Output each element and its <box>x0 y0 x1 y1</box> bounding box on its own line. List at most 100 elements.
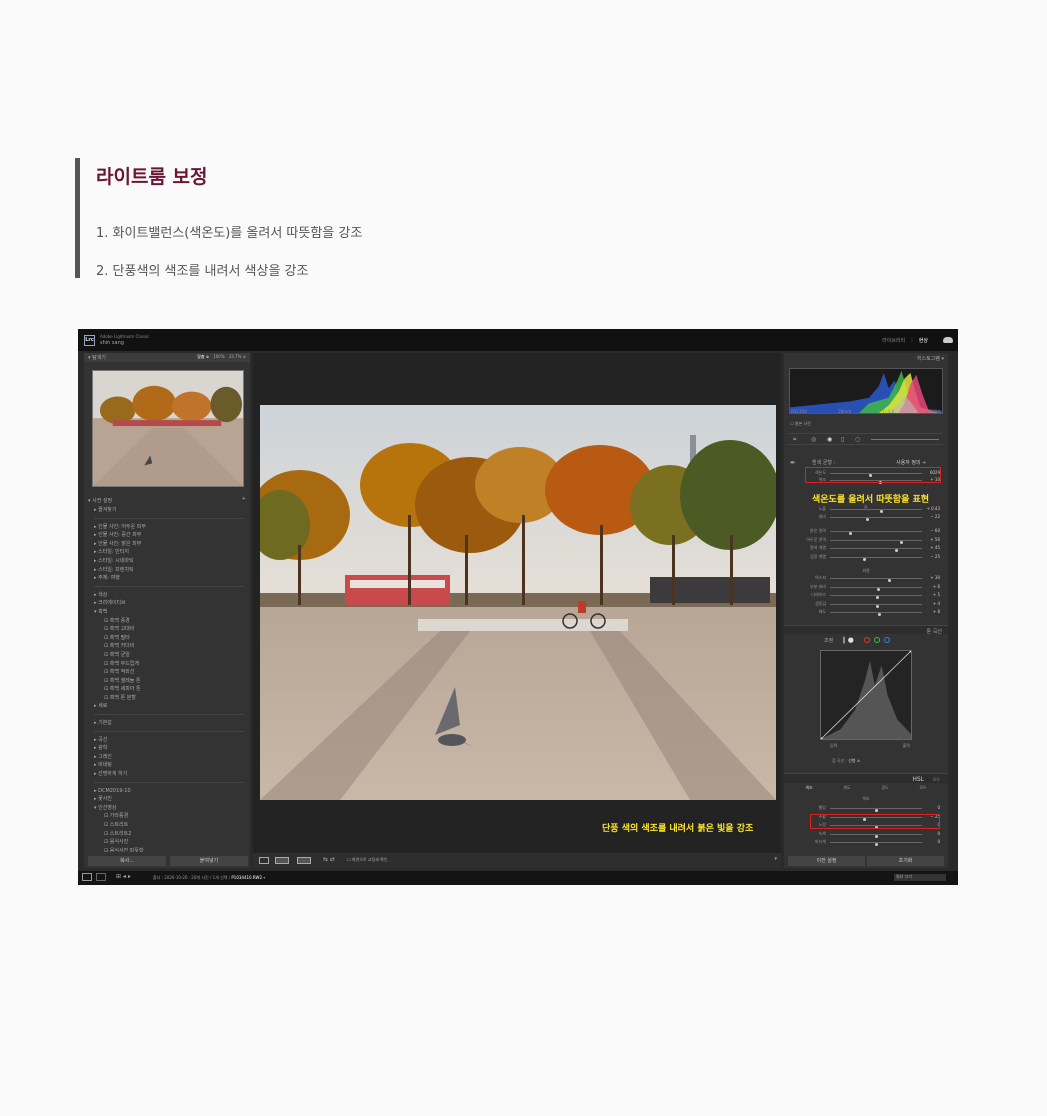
hsl-all-toggle[interactable]: 모두 <box>933 777 940 783</box>
preset-group[interactable]: ▸ DCM2019-10 <box>94 787 244 796</box>
crop-tool-icon[interactable]: ⌗ <box>793 436 796 444</box>
slider-row[interactable]: 검정 계열 − 25 <box>794 554 942 561</box>
before-after-icon[interactable] <box>297 857 311 864</box>
slider-row[interactable]: 흰색 계열 + 45 <box>794 545 942 552</box>
slider-track[interactable] <box>830 833 922 838</box>
preset-group[interactable]: ▸ 비네팅 <box>94 761 244 770</box>
preset-item[interactable]: ⊡ 흑백 필터 <box>94 634 244 643</box>
preset-item[interactable]: ⊡ 스트리트 <box>94 821 244 830</box>
slider-knob[interactable] <box>874 809 878 812</box>
slider-track[interactable] <box>830 612 922 616</box>
slider-knob[interactable] <box>880 510 884 513</box>
zoom-fit[interactable]: 맞춤 ≑ <box>197 354 209 360</box>
slider-knob[interactable] <box>900 540 904 544</box>
slider-track[interactable] <box>830 808 922 812</box>
screen-1-icon[interactable] <box>82 873 92 881</box>
slider-knob[interactable] <box>876 596 880 599</box>
green-channel-icon[interactable] <box>874 637 880 643</box>
swap-arrows-icon[interactable]: ⇆ ⇄ <box>323 856 335 863</box>
slider-row[interactable]: 밝은 영역 − 60 <box>794 528 942 535</box>
slider-knob[interactable] <box>878 613 882 616</box>
slider-row[interactable]: 어두운 영역 + 56 <box>794 537 942 544</box>
preset-item[interactable]: ⊡ 음식사진 <box>94 838 244 847</box>
hsl-tab-saturation[interactable]: 채도 <box>843 785 850 791</box>
preset-group[interactable]: ▾ 흑백 <box>94 608 244 617</box>
slider-track[interactable] <box>830 539 922 544</box>
slider-value[interactable]: 0 <box>922 805 940 810</box>
slider-knob[interactable] <box>874 843 878 846</box>
slider-row[interactable]: 텍스처 + 30 <box>794 575 942 582</box>
slider-row[interactable]: 바다색 0 <box>794 839 942 846</box>
hsl-tab-luminance[interactable]: 광도 <box>881 785 888 791</box>
cloud-icon[interactable] <box>943 337 953 343</box>
hsl-tab-hue[interactable]: 색조 <box>805 785 812 791</box>
preset-group[interactable]: ▸ 꽃사진 <box>94 795 244 804</box>
preset-item[interactable]: ⊡ 흑백 풍경 <box>94 617 244 626</box>
preset-group[interactable]: ▸ 즐겨찾기 <box>94 506 244 515</box>
slider-value[interactable]: + 45 <box>922 545 940 550</box>
slider-value[interactable]: + 5 <box>922 592 940 597</box>
slider-knob[interactable] <box>894 549 898 552</box>
slider-knob[interactable] <box>863 557 867 561</box>
preset-group[interactable]: ▸ 크리에이티브 <box>94 599 244 608</box>
slider-value[interactable]: + 56 <box>922 537 940 542</box>
slider-knob[interactable] <box>848 532 852 535</box>
slider-value[interactable]: + 8 <box>922 609 940 614</box>
slider-knob[interactable] <box>876 604 880 608</box>
hsl-header[interactable]: HSL 모두 <box>784 773 948 783</box>
red-eye-icon[interactable]: ◉ <box>827 436 832 443</box>
presets-header[interactable]: ▾ 사전 설정 + <box>84 495 250 504</box>
preset-group[interactable]: ▸ 주제: 여행 <box>94 574 244 583</box>
copy-button[interactable]: 복사... <box>88 856 166 866</box>
spot-removal-icon[interactable]: ◎ <box>811 436 816 443</box>
preset-group[interactable]: ▸ 스타일: 프렌치틱 <box>94 566 244 575</box>
zoom-custom[interactable]: 33.7% ≑ <box>229 354 246 360</box>
navigator-header[interactable]: ▾ 탐색기 맞춤 ≑ 100% 33.7% ≑ <box>84 353 250 362</box>
preset-item[interactable]: ⊡ 흑백 적외선 <box>94 668 244 677</box>
slider-knob[interactable] <box>888 579 892 582</box>
wb-dropdown[interactable]: 사용자 정의 ÷ <box>896 459 926 466</box>
preset-group[interactable]: ▸ 인물 사진: 밝은 피부 <box>94 540 244 549</box>
slider-track[interactable] <box>830 531 922 535</box>
slider-track[interactable] <box>830 586 922 591</box>
slider-row[interactable]: 디헤이즈 + 5 <box>794 592 942 599</box>
slider-knob[interactable] <box>866 518 870 521</box>
slider-row[interactable]: 녹색 0 <box>794 831 942 838</box>
slider-knob[interactable] <box>874 834 878 838</box>
slider-knob[interactable] <box>877 587 881 591</box>
slider-value[interactable]: − 22 <box>922 514 940 519</box>
slider-track[interactable] <box>830 595 922 599</box>
slider-value[interactable]: 0 <box>922 839 940 844</box>
preset-item[interactable]: ⊡ 흑백 균일 <box>94 651 244 660</box>
preset-group[interactable]: ▸ 세로 <box>94 702 244 711</box>
slider-track[interactable] <box>830 517 922 521</box>
paste-button[interactable]: 붙여넣기 <box>170 856 248 866</box>
soft-proof-checkbox[interactable]: ☐ 화면으로 교정쇄 확인 <box>347 857 388 863</box>
preset-group[interactable]: ▾ 인선영상 <box>94 804 244 813</box>
preset-group[interactable]: ▸ 스타일: 빈티지 <box>94 548 244 557</box>
preset-group[interactable]: ▸ 색상 <box>94 591 244 600</box>
hsl-tab-all[interactable]: 모두 <box>919 785 926 791</box>
navigator-thumbnail[interactable] <box>92 370 244 487</box>
slider-value[interactable]: + 4 <box>922 601 940 606</box>
reset-button[interactable]: 초기화 <box>867 856 944 866</box>
preset-group[interactable]: ▸ 선명하게 하기 <box>94 770 244 779</box>
preset-item[interactable]: ⊡ 흑백 부드럽게 <box>94 660 244 669</box>
main-photo[interactable] <box>260 405 776 800</box>
slider-value[interactable]: + 0.43 <box>922 506 940 511</box>
preset-group[interactable]: ▸ 인물 사진: 중간 피부 <box>94 531 244 540</box>
slider-value[interactable]: + 6 <box>922 584 940 589</box>
preset-group[interactable]: ▸ 곡선 <box>94 736 244 745</box>
slider-row[interactable]: 채도 + 8 <box>794 609 942 616</box>
module-tab-library[interactable]: 라이브러리 <box>882 337 905 344</box>
zoom-100[interactable]: 100% <box>213 354 224 360</box>
preset-item[interactable]: ⊡ 흑백 카더비 <box>94 642 244 651</box>
tone-curve-graph[interactable] <box>820 650 912 740</box>
slider-value[interactable]: − 60 <box>922 528 940 533</box>
eyedropper-icon[interactable]: ✒ <box>790 459 796 467</box>
red-channel-icon[interactable] <box>864 637 870 643</box>
preset-item[interactable]: ⊡ 흑백 셀레늄 톤 <box>94 677 244 686</box>
screen-2-icon[interactable] <box>96 873 106 881</box>
compare-view-icon[interactable] <box>275 857 289 864</box>
module-tab-develop[interactable]: 현상 <box>919 337 928 344</box>
